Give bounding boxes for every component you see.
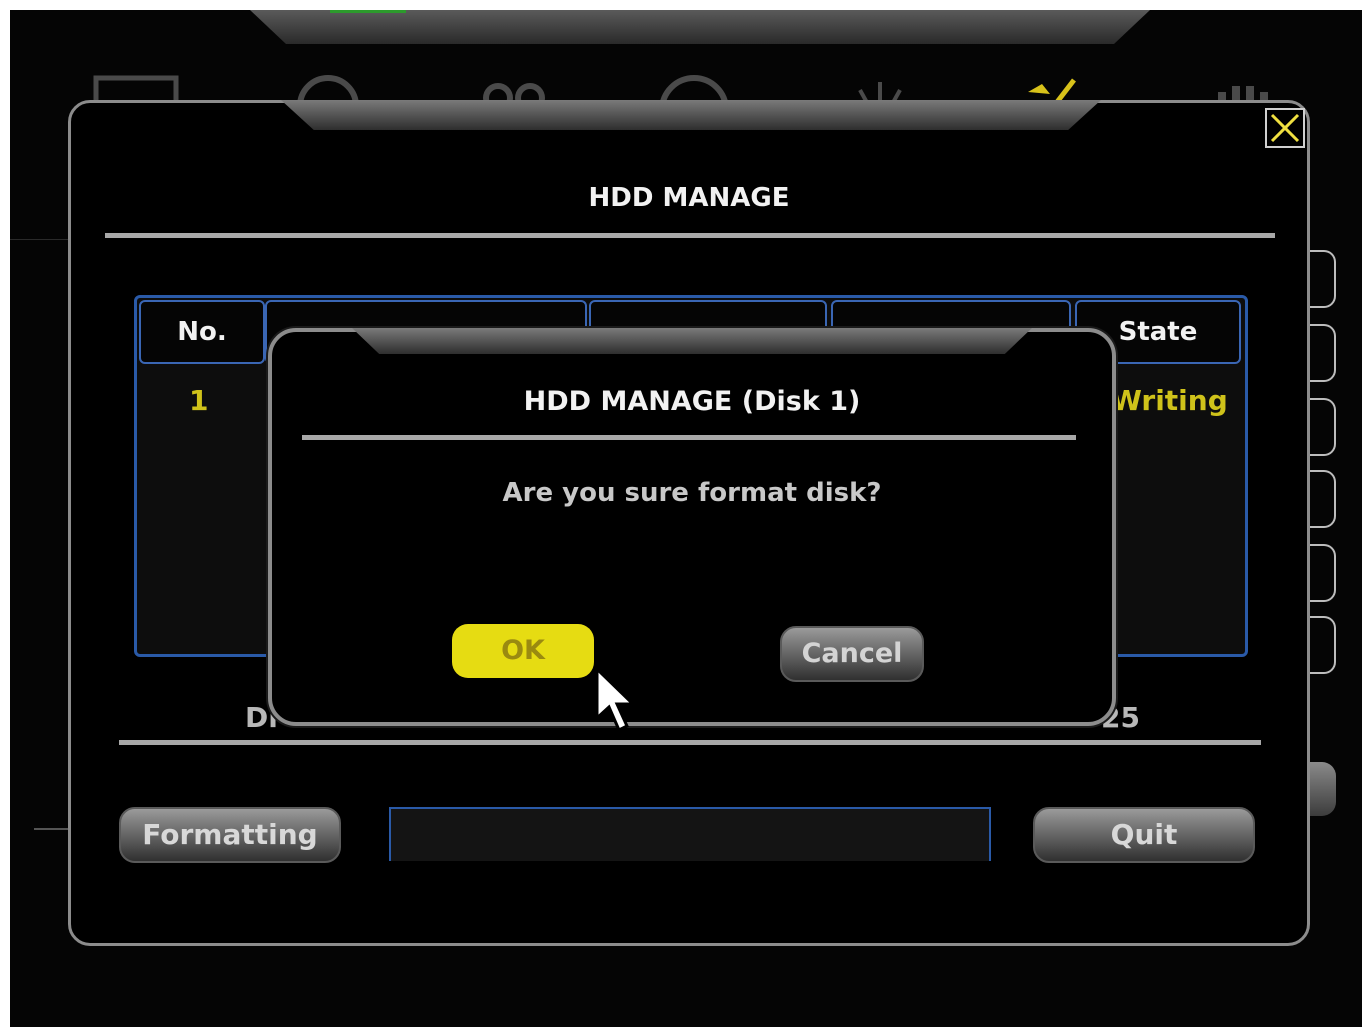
mouse-cursor-icon xyxy=(595,666,637,733)
dialog-header-cap xyxy=(352,328,1032,354)
background-divider xyxy=(10,239,70,240)
dialog-title: HDD MANAGE (Disk 1) xyxy=(523,386,861,417)
side-tab[interactable] xyxy=(1310,324,1336,382)
table-row-number[interactable]: 1 xyxy=(189,384,208,417)
page-title: HDD MANAGE xyxy=(588,183,790,213)
window-header-cap xyxy=(281,100,1101,130)
quit-button[interactable]: Quit xyxy=(1033,807,1255,863)
side-tab[interactable] xyxy=(1310,470,1336,528)
column-header-no: No. xyxy=(139,300,265,364)
close-icon xyxy=(1270,113,1300,143)
cancel-button[interactable]: Cancel xyxy=(780,626,924,682)
side-tab[interactable] xyxy=(1310,616,1336,674)
ok-button[interactable]: OK xyxy=(452,624,594,678)
background-menu-topbar xyxy=(250,10,1150,44)
background-indicator-line xyxy=(330,10,406,13)
format-progress-bar xyxy=(389,807,991,861)
side-tab[interactable] xyxy=(1310,398,1336,456)
side-tab[interactable] xyxy=(1310,544,1336,602)
title-divider xyxy=(105,233,1275,238)
close-button[interactable] xyxy=(1265,108,1305,148)
dvr-screen: HDD MANAGE No. State 1 Writing Di 25 For… xyxy=(10,10,1362,1027)
formatting-button[interactable]: Formatting xyxy=(119,807,341,863)
bottom-divider xyxy=(119,740,1261,745)
confirm-dialog: HDD MANAGE (Disk 1) Are you sure format … xyxy=(268,328,1116,726)
side-tab[interactable] xyxy=(1310,250,1336,308)
dialog-message: Are you sure format disk? xyxy=(502,478,882,508)
table-row-state[interactable]: Writing xyxy=(1111,384,1228,417)
dialog-divider xyxy=(302,435,1076,440)
